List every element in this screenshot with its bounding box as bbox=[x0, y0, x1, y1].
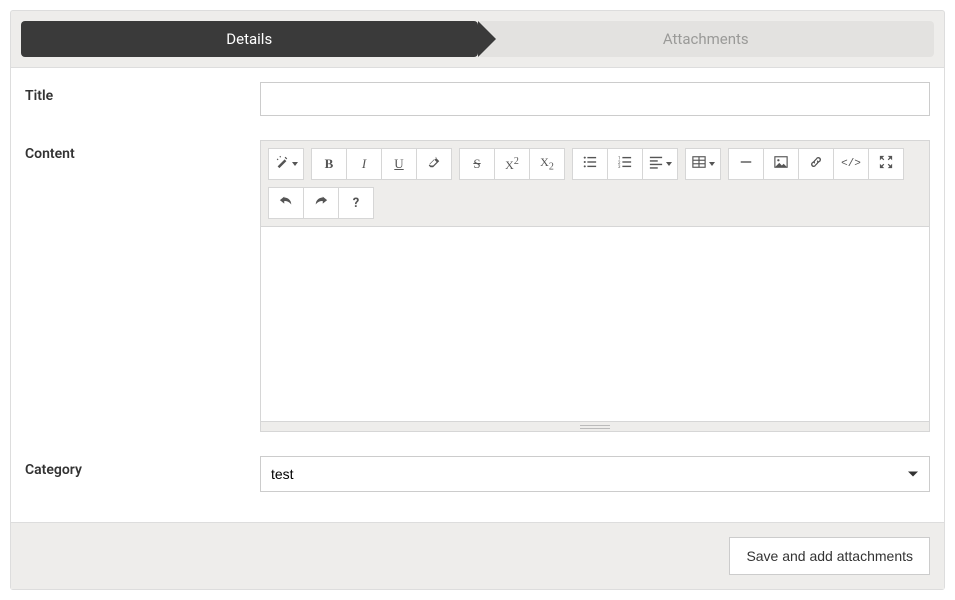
undo-icon bbox=[279, 194, 293, 212]
paragraph-align-button[interactable] bbox=[642, 148, 678, 180]
picture-icon bbox=[774, 155, 788, 173]
align-icon bbox=[649, 155, 663, 173]
step-details[interactable]: Details bbox=[21, 21, 478, 57]
underline-button[interactable]: U bbox=[381, 148, 417, 180]
editor-toolbar: B I U S X2 X2 bbox=[261, 141, 929, 180]
label-title: Title bbox=[25, 82, 260, 104]
editor-toolbar-row2: ? bbox=[261, 180, 929, 226]
list-ul-icon bbox=[583, 155, 597, 173]
unordered-list-button[interactable] bbox=[572, 148, 608, 180]
row-content: Content B bbox=[25, 140, 930, 432]
form-footer: Save and add attachments bbox=[11, 522, 944, 589]
bold-button[interactable]: B bbox=[311, 148, 347, 180]
picture-button[interactable] bbox=[763, 148, 799, 180]
form-panel: Details Attachments Title Content bbox=[10, 10, 945, 590]
hr-button[interactable] bbox=[728, 148, 764, 180]
label-category: Category bbox=[25, 456, 260, 478]
italic-button[interactable]: I bbox=[346, 148, 382, 180]
step-label: Attachments bbox=[663, 30, 749, 48]
underline-icon: U bbox=[394, 156, 403, 172]
redo-button[interactable] bbox=[303, 187, 339, 219]
superscript-icon: X2 bbox=[505, 156, 519, 173]
clear-format-button[interactable] bbox=[416, 148, 452, 180]
label-content: Content bbox=[25, 140, 260, 162]
rich-text-editor: B I U S X2 X2 bbox=[260, 140, 930, 432]
caret-down-icon bbox=[709, 162, 715, 166]
list-ol-icon: 123 bbox=[618, 155, 632, 173]
eraser-icon bbox=[427, 155, 441, 173]
save-and-add-attachments-button[interactable]: Save and add attachments bbox=[729, 537, 930, 575]
fullscreen-button[interactable] bbox=[868, 148, 904, 180]
codeview-button[interactable]: </> bbox=[833, 148, 869, 180]
ordered-list-button[interactable]: 123 bbox=[607, 148, 643, 180]
superscript-button[interactable]: X2 bbox=[494, 148, 530, 180]
help-button[interactable]: ? bbox=[338, 187, 374, 219]
category-select[interactable]: test bbox=[260, 456, 930, 492]
strike-button[interactable]: S bbox=[459, 148, 495, 180]
caret-down-icon bbox=[292, 162, 298, 166]
category-select-wrap: test bbox=[260, 456, 930, 492]
caret-down-icon bbox=[666, 162, 672, 166]
svg-text:3: 3 bbox=[618, 165, 621, 169]
italic-icon: I bbox=[362, 156, 366, 172]
wizard-steps: Details Attachments bbox=[11, 11, 944, 67]
row-title: Title bbox=[25, 82, 930, 116]
editor-content-area[interactable] bbox=[261, 226, 929, 421]
magic-button[interactable] bbox=[268, 148, 304, 180]
table-icon bbox=[692, 155, 706, 173]
subscript-icon: X2 bbox=[540, 155, 554, 172]
minus-icon bbox=[739, 155, 753, 173]
code-icon: </> bbox=[841, 158, 861, 170]
editor-resize-handle[interactable] bbox=[261, 421, 929, 431]
strike-icon: S bbox=[473, 156, 480, 172]
link-icon bbox=[809, 155, 823, 173]
link-button[interactable] bbox=[798, 148, 834, 180]
step-attachments[interactable]: Attachments bbox=[478, 21, 935, 57]
redo-icon bbox=[314, 194, 328, 212]
table-button[interactable] bbox=[685, 148, 721, 180]
bold-icon: B bbox=[325, 156, 334, 172]
magic-icon bbox=[275, 155, 289, 173]
button-label: Save and add attachments bbox=[746, 548, 913, 564]
row-category: Category test bbox=[25, 456, 930, 492]
step-label: Details bbox=[226, 30, 272, 48]
fullscreen-icon bbox=[879, 155, 893, 173]
form-body: Title Content bbox=[11, 67, 944, 522]
undo-button[interactable] bbox=[268, 187, 304, 219]
title-input[interactable] bbox=[260, 82, 930, 116]
subscript-button[interactable]: X2 bbox=[529, 148, 565, 180]
help-icon: ? bbox=[353, 196, 359, 211]
